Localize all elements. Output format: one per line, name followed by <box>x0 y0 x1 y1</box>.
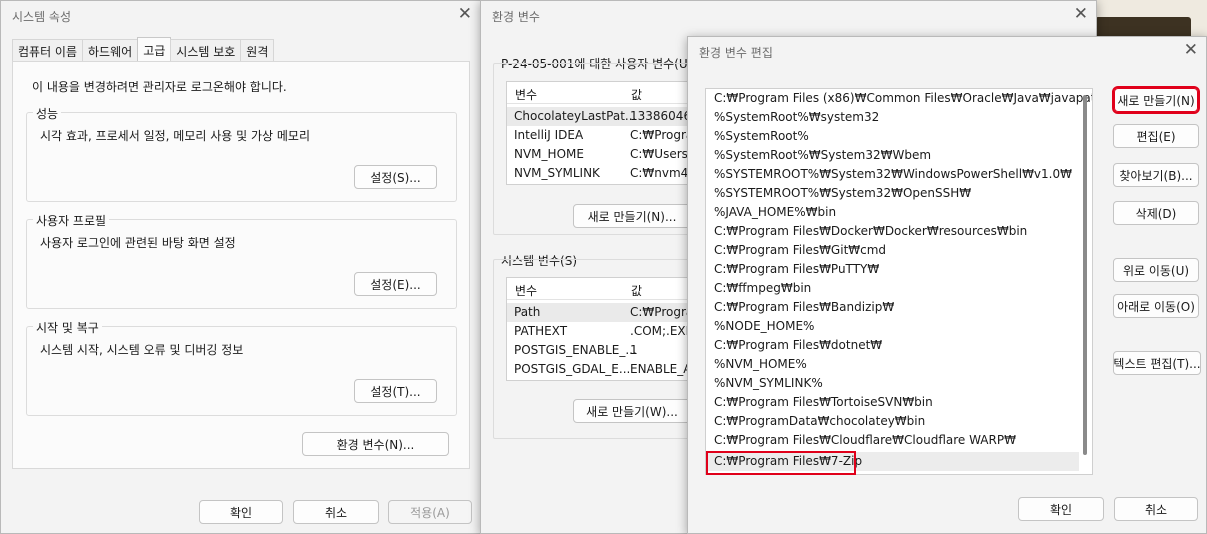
user-profiles-settings-button[interactable]: 설정(E)... <box>354 272 437 296</box>
user-new-button[interactable]: 새로 만들기(N)... <box>573 204 691 228</box>
tab-hardware[interactable]: 하드웨어 <box>82 39 139 61</box>
tab-bar: 컴퓨터 이름 하드웨어 고급 시스템 보호 원격 <box>12 37 275 61</box>
admin-note: 이 내용을 변경하려면 관리자로 로그온해야 합니다. <box>32 80 287 94</box>
close-icon[interactable]: ✕ <box>458 4 472 24</box>
list-item[interactable]: %SystemRoot% <box>706 127 1079 146</box>
list-item[interactable]: %JAVA_HOME%₩bin <box>706 203 1079 222</box>
window-title: 환경 변수 <box>492 10 540 24</box>
column-variable: 변수 <box>515 284 538 298</box>
list-item[interactable]: C:₩Program Files₩PuTTY₩ <box>706 260 1079 279</box>
table-row[interactable]: NVM_HOME C:₩Users₩... <box>507 145 695 164</box>
variable-name: POSTGIS_GDAL_E... <box>514 362 631 376</box>
system-properties-window: 시스템 속성 ✕ 컴퓨터 이름 하드웨어 고급 시스템 보호 원격 이 내용을 … <box>0 0 481 534</box>
tab-computer-name[interactable]: 컴퓨터 이름 <box>12 39 84 61</box>
performance-group: 성능 시각 효과, 프로세서 일정, 메모리 사용 및 가상 메모리 설정(S)… <box>26 105 457 202</box>
list-item[interactable]: %SystemRoot%₩system32 <box>706 108 1079 127</box>
list-item[interactable]: %NODE_HOME% <box>706 317 1079 336</box>
ok-button[interactable]: 확인 <box>199 500 283 524</box>
variable-name: PATHEXT <box>514 324 568 338</box>
close-icon[interactable]: ✕ <box>1074 4 1088 24</box>
path-list[interactable]: C:₩Program Files (x86)₩Common Files₩Orac… <box>705 88 1093 475</box>
list-item[interactable]: C:₩ffmpeg₩bin <box>706 279 1079 298</box>
list-header: 변수 값 <box>507 278 695 300</box>
variable-name: POSTGIS_ENABLE_... <box>514 343 637 357</box>
list-item[interactable]: C:₩Program Files₩Docker₩Docker₩resources… <box>706 222 1079 241</box>
text-edit-button[interactable]: 텍스트 편집(T)... <box>1113 351 1201 375</box>
variable-value: 1 <box>630 343 638 357</box>
column-value: 값 <box>631 284 643 298</box>
table-row[interactable]: POSTGIS_GDAL_E... ENABLE_AL... <box>507 360 695 379</box>
startup-recovery-settings-button[interactable]: 설정(T)... <box>354 379 437 403</box>
list-item[interactable]: C:₩Program Files (x86)₩Common Files₩Orac… <box>706 89 1092 108</box>
group-description: 사용자 로그인에 관련된 바탕 화면 설정 <box>40 236 236 250</box>
column-value: 값 <box>631 88 643 102</box>
list-item[interactable]: C:₩Program Files₩Bandizip₩ <box>706 298 1079 317</box>
tab-system-protection[interactable]: 시스템 보호 <box>170 39 242 61</box>
system-new-button[interactable]: 새로 만들기(W)... <box>573 399 691 423</box>
ok-button[interactable]: 확인 <box>1018 497 1104 521</box>
list-item[interactable]: %NVM_SYMLINK% <box>706 374 1079 393</box>
list-item[interactable]: %SYSTEMROOT%₩System32₩WindowsPowerShell₩… <box>706 165 1079 184</box>
list-item[interactable]: C:₩Program Files₩dotnet₩ <box>706 336 1079 355</box>
variable-name: IntelliJ IDEA <box>514 128 584 142</box>
list-item[interactable]: C:₩Program Files₩TortoiseSVN₩bin <box>706 393 1079 412</box>
list-item[interactable]: %SystemRoot%₩System32₩Wbem <box>706 146 1079 165</box>
close-icon[interactable]: ✕ <box>1184 40 1198 60</box>
group-title: 성능 <box>33 105 62 122</box>
browse-button[interactable]: 찾아보기(B)... <box>1113 163 1199 187</box>
table-row[interactable]: NVM_SYMLINK C:₩nvm4w... <box>507 164 695 183</box>
list-item[interactable]: C:₩Program Files₩Cloudflare₩Cloudflare W… <box>706 431 1079 450</box>
delete-button[interactable]: 삭제(D) <box>1113 201 1199 225</box>
table-row[interactable]: IntelliJ IDEA C:₩Program... <box>507 126 695 145</box>
selected-item-highlight <box>706 451 856 475</box>
table-row[interactable]: PATHEXT .COM;.EXE;... <box>507 322 695 341</box>
list-item[interactable]: %SYSTEMROOT%₩System32₩OpenSSH₩ <box>706 184 1079 203</box>
column-variable: 변수 <box>515 88 538 102</box>
window-title: 시스템 속성 <box>12 10 72 24</box>
list-item[interactable]: C:₩ProgramData₩chocolatey₩bin <box>706 412 1079 431</box>
tab-advanced[interactable]: 고급 <box>137 37 172 61</box>
group-description: 시각 효과, 프로세서 일정, 메모리 사용 및 가상 메모리 <box>40 129 310 143</box>
performance-settings-button[interactable]: 설정(S)... <box>354 165 437 189</box>
tab-remote[interactable]: 원격 <box>240 39 275 61</box>
system-variables-list[interactable]: 변수 값 Path C:₩Program... PATHEXT .COM;.EX… <box>506 277 696 381</box>
variable-name: NVM_SYMLINK <box>514 166 600 180</box>
environment-variables-button[interactable]: 환경 변수(N)... <box>302 432 449 456</box>
new-button[interactable]: 새로 만들기(N) <box>1112 86 1200 114</box>
user-profiles-group: 사용자 프로필 사용자 로그인에 관련된 바탕 화면 설정 설정(E)... <box>26 212 457 309</box>
user-variables-list[interactable]: 변수 값 ChocolateyLastPat... 13386046... In… <box>506 81 696 185</box>
move-down-button[interactable]: 아래로 이동(O) <box>1113 294 1199 318</box>
table-row[interactable]: POSTGIS_ENABLE_... 1 <box>507 341 695 360</box>
group-title: 사용자 프로필 <box>33 212 110 229</box>
apply-button[interactable]: 적용(A) <box>388 500 472 524</box>
table-row[interactable]: ChocolateyLastPat... 13386046... <box>507 107 695 126</box>
table-row[interactable]: Path C:₩Program... <box>507 303 695 322</box>
list-item[interactable]: %NVM_HOME% <box>706 355 1079 374</box>
variable-name: ChocolateyLastPat... <box>514 109 637 123</box>
advanced-tab-panel: 이 내용을 변경하려면 관리자로 로그온해야 합니다. 성능 시각 효과, 프로… <box>12 61 470 469</box>
edit-button[interactable]: 편집(E) <box>1113 124 1199 148</box>
cancel-button[interactable]: 취소 <box>293 500 379 524</box>
variable-name: NVM_HOME <box>514 147 584 161</box>
startup-recovery-group: 시작 및 복구 시스템 시작, 시스템 오류 및 디버깅 정보 설정(T)... <box>26 319 457 416</box>
vertical-scrollbar[interactable] <box>1083 95 1087 455</box>
group-description: 시스템 시작, 시스템 오류 및 디버깅 정보 <box>40 343 244 357</box>
group-title: 시작 및 복구 <box>33 319 102 336</box>
move-up-button[interactable]: 위로 이동(U) <box>1113 258 1199 282</box>
cancel-button[interactable]: 취소 <box>1114 497 1198 521</box>
edit-environment-variable-window: 환경 변수 편집 ✕ C:₩Program Files (x86)₩Common… <box>687 36 1207 534</box>
variable-name: Path <box>514 305 541 319</box>
window-title: 환경 변수 편집 <box>699 46 773 60</box>
list-item[interactable]: C:₩Program Files₩Git₩cmd <box>706 241 1079 260</box>
list-header: 변수 값 <box>507 82 695 104</box>
